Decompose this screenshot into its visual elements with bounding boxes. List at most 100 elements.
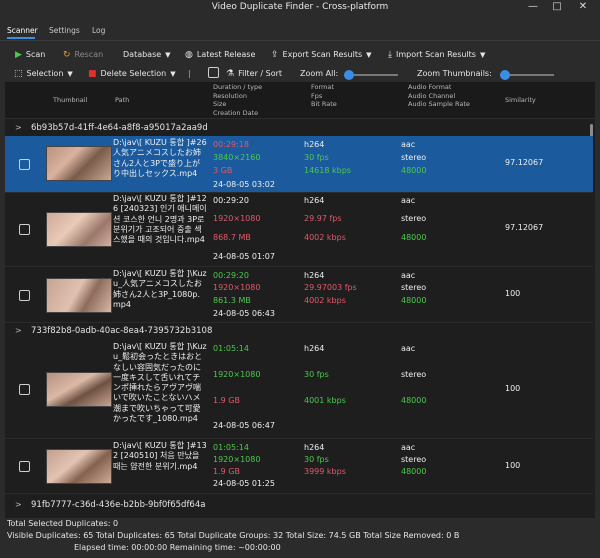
tab-divider [0,40,600,41]
latest-release-button[interactable]: ◍ Latest Release [185,50,255,59]
size-value: 868.7 MB [213,233,251,242]
video-thumbnail [46,212,112,247]
fps-value: 30 fps [304,370,329,379]
delete-selection-label: Delete Selection [100,69,167,78]
scan-button[interactable]: ▶ Scan [15,50,45,59]
resolution-value: 1920×1080 [213,370,261,379]
video-thumbnail [46,372,112,407]
creation-date-value: 24-08-05 06:47 [213,421,275,430]
audio-rate-value: 48000 [401,296,427,305]
col-audio-channel[interactable]: Audio Channel [408,92,455,101]
elapsed-time-status: Elapsed time: 00:00:00 Remaining time: ~… [74,543,281,552]
row-checkbox[interactable] [19,224,30,235]
zoom-thumbnails-slider[interactable] [500,70,554,80]
fps-value: 30 fps [304,153,329,162]
chevron-down-icon: ▼ [479,50,486,59]
export-results-menu[interactable]: ⇪ Export Scan Results ▼ [271,50,372,59]
col-bitrate[interactable]: Bit Rate [311,100,337,109]
col-path[interactable]: Path [115,96,129,105]
col-audio-sample-rate[interactable]: Audio Sample Rate [408,100,470,109]
filter-sort-label: Filter / Sort [238,69,283,78]
group-header[interactable]: > 733f82b8-0adb-40ac-8ea4-7395732b3108 [5,324,593,339]
toolbar-separator: | [188,69,191,78]
close-button[interactable]: ✕ [574,0,592,14]
group-id: 91fb7777-c36d-436e-b2bb-9bf0f65df64a [31,500,206,510]
download-icon: ⤓ [388,49,392,60]
size-value: 861.3 MB [213,296,251,305]
bitrate-value: 3999 kbps [304,467,346,476]
export-label: Export Scan Results [282,50,363,59]
table-row[interactable]: D:\jav\[ KUZU 통합 ]#126 [240323] 인기 애니메이션… [5,193,593,267]
zoom-thumbnails-slider-handle[interactable] [500,70,510,80]
row-checkbox[interactable] [19,384,30,395]
scan-label: Scan [25,50,46,59]
chevron-right-icon[interactable]: > [15,500,22,509]
table-row[interactable]: D:\jav\[ KUZU 통합 ]#132 [240510] 처음 만났을 때… [5,439,593,494]
zoom-all-slider[interactable] [344,70,398,80]
minimize-button[interactable]: — [524,0,542,14]
chevron-right-icon[interactable]: > [15,326,22,335]
grid-header: Thumbnail Path Duration / type Resolutio… [5,82,595,119]
filter-sort-button[interactable]: ⚗ Filter / Sort [226,69,282,78]
tab-settings[interactable]: Settings [49,26,80,35]
col-resolution[interactable]: Resolution [213,92,247,101]
col-fps[interactable]: Fps [311,92,322,101]
table-row[interactable]: D:\jav\[ KUZU 통합 ]#26 人気アニメコスしたお姉さん2人と3P… [5,136,593,193]
main-tabs: Scanner Settings Log [0,18,600,38]
file-path: D:\jav\[ KUZU 통합 ]#126 [240323] 인기 애니메이션… [113,194,207,245]
delete-selection-menu[interactable]: ■ Delete Selection ▼ [88,69,176,78]
upload-icon: ⇪ [271,49,279,60]
audio-rate-value: 48000 [401,467,427,476]
format-value: h264 [304,443,325,452]
zoom-thumbnails-label: Zoom Thumbnails: [417,69,492,78]
chevron-right-icon[interactable]: > [15,123,22,132]
fps-value: 29.97 fps [304,214,342,223]
database-menu[interactable]: Database ▼ [123,50,171,59]
import-results-menu[interactable]: ⤓ Import Scan Results ▼ [388,50,485,59]
play-icon: ▶ [15,49,22,60]
row-checkbox[interactable] [19,159,30,170]
tab-scanner[interactable]: Scanner [7,26,38,35]
video-thumbnail [46,449,112,484]
chevron-down-icon: ▼ [170,69,176,78]
chevron-down-icon: ▼ [165,50,171,59]
table-row[interactable]: D:\jav\[ KUZU 통합 ]\Kuzu_鬆初会ったときはおとなしい容固気… [5,340,593,439]
group-header[interactable]: > 91fb7777-c36d-436e-b2bb-9bf0f65df64a [5,498,593,513]
group-id: 6b93b57d-41ff-4e64-a8f8-a95017a2aa9d [31,123,208,133]
bitrate-value: 4002 kbps [304,296,346,305]
row-checkbox[interactable] [19,290,30,301]
creation-date-value: 24-08-05 03:02 [213,180,275,189]
tab-log[interactable]: Log [92,26,105,35]
table-row[interactable]: D:\jav\[ KUZU 통합 ]\Kuzu_人気アニメコスしたお姉さん2人と… [5,267,593,323]
duration-value: 01:05:14 [213,443,249,452]
import-label: Import Scan Results [395,50,476,59]
audio-format-value: aac [401,271,416,280]
audio-channel-value: stereo [401,283,427,292]
similarity-value: 100 [505,289,521,298]
format-value: h264 [304,196,325,205]
group-header[interactable]: > 6b93b57d-41ff-4e64-a8f8-a95017a2aa9d [5,121,593,136]
col-thumbnail[interactable]: Thumbnail [53,96,87,105]
duration-value: 01:05:14 [213,344,249,353]
col-duration[interactable]: Duration / type [213,83,262,92]
col-creation-date[interactable]: Creation Date [213,109,258,118]
col-audio-format[interactable]: Audio Format [408,83,451,92]
zoom-all-slider-handle[interactable] [344,70,354,80]
chevron-down-icon: ▼ [67,69,73,78]
duration-value: 00:29:20 [213,196,249,205]
rescan-button[interactable]: ↻ Rescan [63,50,103,59]
row-checkbox[interactable] [19,461,30,472]
checkbox[interactable] [208,67,219,78]
format-value: h264 [304,271,325,280]
creation-date-value: 24-08-05 06:43 [213,309,275,318]
refresh-icon: ↻ [63,49,71,60]
selection-icon: ⬚ [14,68,23,79]
col-format[interactable]: Format [311,83,334,92]
bitrate-value: 4001 kbps [304,396,346,405]
col-size[interactable]: Size [213,100,226,109]
filter-checkbox[interactable] [208,67,219,78]
col-similarity[interactable]: Similarity [505,96,536,105]
resolution-value: 1920×1080 [213,214,261,223]
maximize-button[interactable]: □ [548,0,566,14]
selection-menu[interactable]: ⬚ Selection ▼ [14,69,73,78]
